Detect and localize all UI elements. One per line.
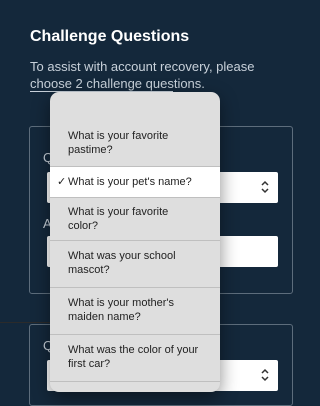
dropdown-option[interactable]: What was your school mascot? bbox=[50, 241, 220, 288]
chevron-up-down-icon bbox=[261, 368, 269, 382]
question-dropdown-menu[interactable]: What is your favorite pastime? ✓ What is… bbox=[50, 92, 220, 392]
page-title: Challenge Questions bbox=[30, 28, 190, 45]
checkmark-icon: ✓ bbox=[57, 176, 67, 188]
option-label: What is your favorite color? bbox=[68, 206, 169, 232]
dropdown-option[interactable]: What is your favorite pastime? bbox=[50, 122, 220, 167]
divider-line bbox=[0, 322, 50, 323]
dropdown-option-selected[interactable]: ✓ What is your pet's name? bbox=[50, 167, 220, 198]
option-label: What was your school mascot? bbox=[68, 250, 176, 276]
option-label: What is your pet's name? bbox=[68, 176, 192, 188]
option-label: What is your favorite pastime? bbox=[68, 130, 169, 156]
option-label: What is your mother's maiden name? bbox=[68, 297, 175, 323]
chevron-up-down-icon bbox=[261, 180, 269, 194]
dropdown-option[interactable]: What is your favorite color? bbox=[50, 198, 220, 241]
option-label: What was the color of your first car? bbox=[68, 344, 199, 370]
dropdown-option[interactable]: What was the color of your first car? bbox=[50, 335, 220, 382]
page-description: To assist with account recovery, please … bbox=[30, 59, 255, 91]
dropdown-option[interactable]: What is your mother's maiden name? bbox=[50, 288, 220, 335]
